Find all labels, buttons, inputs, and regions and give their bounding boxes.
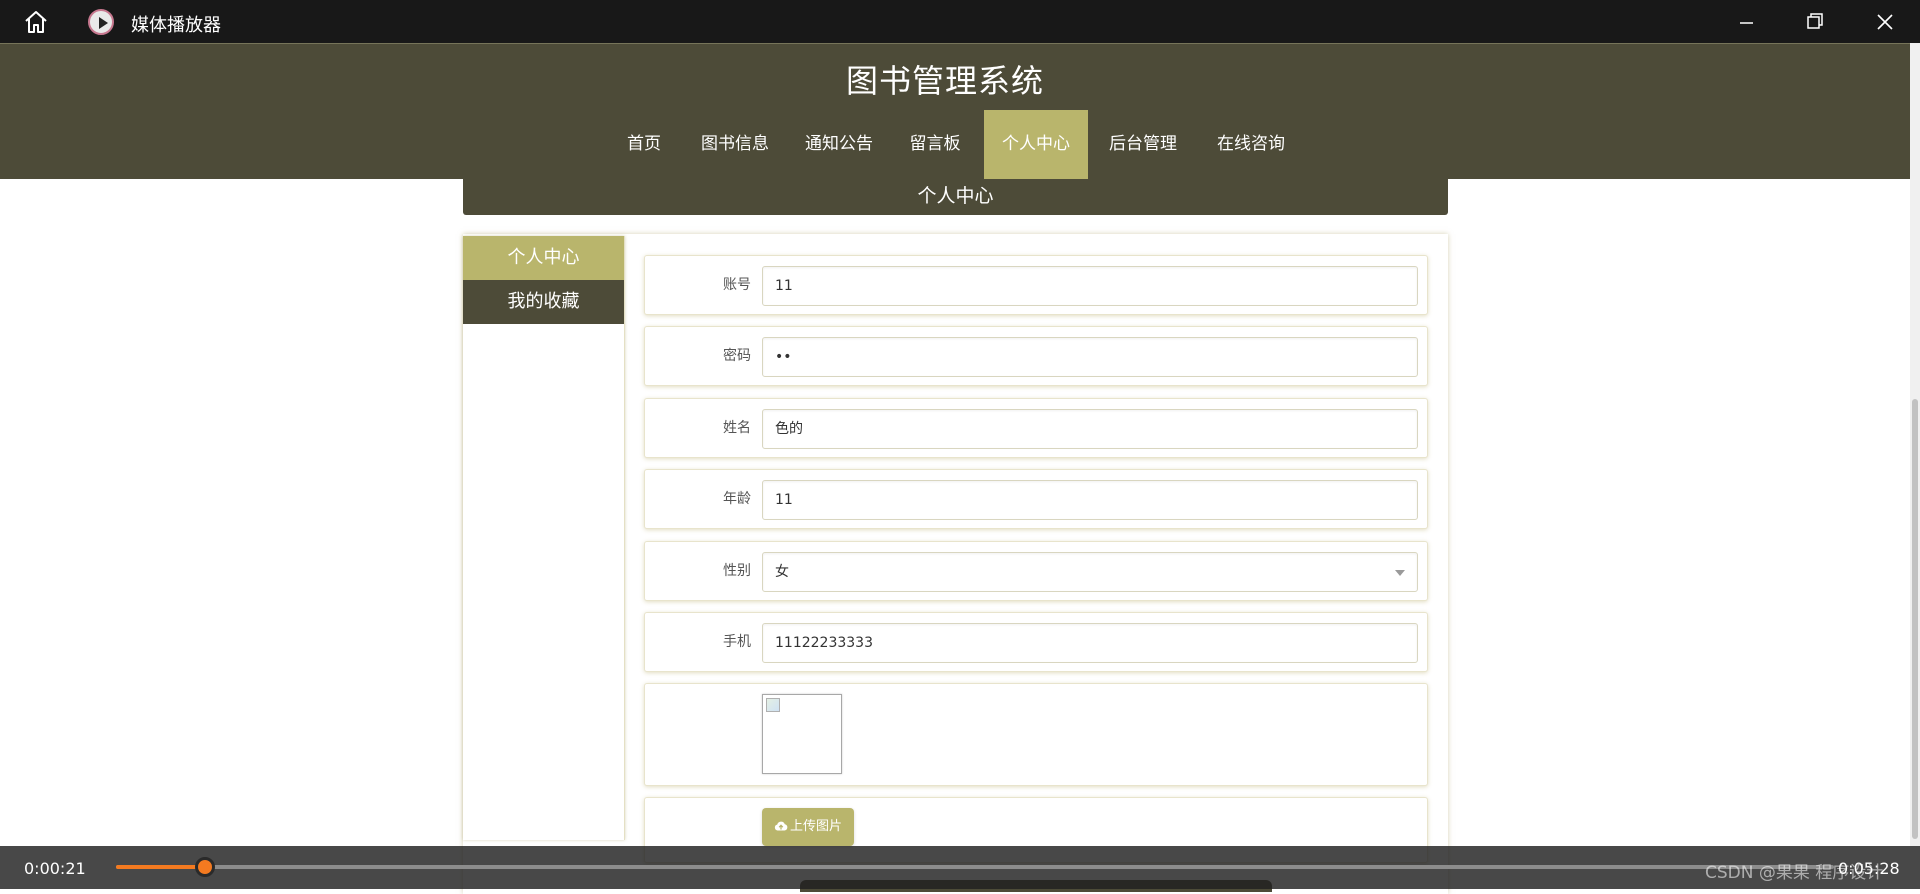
phone-input[interactable]: 11122233333 (762, 623, 1418, 663)
player-title: 媒体播放器 (131, 15, 221, 36)
section-title: 个人中心 (917, 185, 994, 207)
age-input[interactable]: 11 (762, 480, 1418, 520)
name-label: 姓名 (723, 420, 751, 436)
form-row-age: 年龄 11 (644, 469, 1428, 529)
account-input[interactable]: 11 (762, 266, 1418, 306)
player-titlebar: 媒体播放器 (0, 0, 1920, 43)
section-title-banner: 个人中心 (463, 179, 1448, 215)
page-scrollbar[interactable] (1910, 43, 1920, 846)
side-menu-favorites[interactable]: 我的收藏 (463, 280, 624, 324)
form-row-phone: 手机 11122233333 (644, 612, 1428, 672)
site-title: 图书管理系统 (845, 62, 1044, 100)
maximize-icon[interactable] (1792, 8, 1836, 36)
home-icon[interactable] (20, 9, 52, 35)
form-row-account: 账号 11 (644, 255, 1428, 315)
upload-image-button[interactable]: 上传图片 (762, 808, 854, 846)
name-input[interactable]: 色的 (762, 409, 1418, 449)
nav-item-online-consult[interactable]: 在线咨询 (1208, 110, 1294, 179)
cloud-upload-icon (774, 821, 788, 831)
nav-item-admin[interactable]: 后台管理 (1104, 110, 1182, 179)
account-label: 账号 (723, 277, 751, 293)
minimize-icon[interactable] (1724, 8, 1768, 36)
gender-label: 性别 (723, 563, 751, 579)
nav-item-message-board[interactable]: 留言板 (902, 110, 968, 179)
site-header: 图书管理系统 (0, 43, 1910, 111)
nav-item-home[interactable]: 首页 (614, 110, 674, 179)
close-icon[interactable] (1862, 8, 1906, 36)
main-nav: 首页 图书信息 通知公告 留言板 个人中心 后台管理 在线咨询 (0, 110, 1910, 179)
page-scrollbar-thumb[interactable] (1912, 399, 1918, 839)
form-row-avatar (644, 683, 1428, 786)
side-menu: 个人中心 我的收藏 (463, 236, 625, 840)
player-controlbar: 0:00:21 CSDN @果果 程序设计 0:05:28 (0, 846, 1920, 889)
age-label: 年龄 (723, 491, 751, 507)
broken-image-icon (766, 698, 780, 712)
seek-handle[interactable] (195, 857, 216, 877)
form-row-name: 姓名 色的 (644, 398, 1428, 458)
form-row-gender: 性别 女 (644, 541, 1428, 601)
upload-button-label: 上传图片 (789, 819, 842, 834)
gender-value: 女 (775, 564, 789, 580)
chevron-down-icon[interactable] (1395, 570, 1405, 576)
phone-label: 手机 (723, 634, 751, 650)
seek-bar[interactable] (116, 857, 1834, 877)
seek-bar-fill (116, 865, 206, 869)
password-input[interactable]: •• (762, 337, 1418, 377)
nav-item-notices[interactable]: 通知公告 (798, 110, 880, 179)
nav-item-book-info[interactable]: 图书信息 (694, 110, 776, 179)
form-row-password: 密码 •• (644, 326, 1428, 386)
avatar-preview (762, 694, 842, 774)
side-menu-personal-center[interactable]: 个人中心 (463, 236, 624, 280)
gender-select[interactable]: 女 (762, 552, 1418, 592)
current-time: 0:00:21 (24, 859, 86, 878)
nav-item-personal-center[interactable]: 个人中心 (984, 110, 1088, 179)
media-player-icon (88, 9, 114, 35)
total-time: 0:05:28 (1838, 859, 1900, 878)
password-label: 密码 (723, 348, 751, 364)
